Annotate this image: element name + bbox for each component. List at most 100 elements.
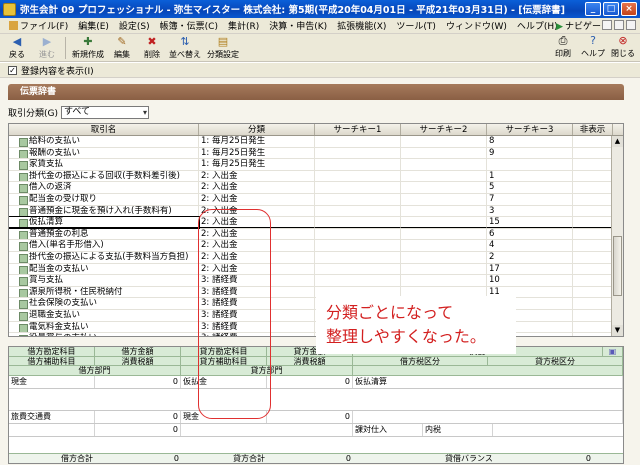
window-titlebar: 弥生会計 09 プロフェッショナル - 弥生マイスター 株式会社: 第5期(平成…: [0, 0, 640, 18]
cell-empty: [573, 333, 613, 336]
cell-empty: [573, 240, 613, 251]
detail-line-1[interactable]: 現金 0 仮払金 0 仮払清算: [9, 375, 623, 389]
col-hidden[interactable]: 非表示: [573, 124, 613, 135]
cell-empty: [315, 205, 401, 217]
table-row[interactable]: 普通預金の利息 2: 入出金 6: [9, 228, 623, 241]
cell-class: 3: 諸経費: [199, 275, 315, 286]
table-row[interactable]: 配当金の支払い 2: 入出金 17: [9, 263, 623, 276]
menu-settings[interactable]: 設定(S): [114, 19, 155, 32]
sort-icon: ⇅: [180, 35, 190, 48]
cell-name: 報酬の支払い: [9, 147, 199, 159]
detail-header-3: 借方部門 貸方部門: [9, 366, 623, 376]
cell-empty: [401, 275, 487, 286]
menu-file[interactable]: ファイル(F): [4, 19, 73, 32]
cell-empty: [573, 309, 613, 321]
menu-tools[interactable]: ツール(T): [391, 19, 441, 32]
close-window-button[interactable]: ×: [621, 2, 637, 16]
col-search-key-3[interactable]: サーチキー3: [487, 124, 573, 135]
memo-icon[interactable]: ▣: [603, 347, 623, 356]
table-row[interactable]: 掛代金の振込による支払(手数料当方負担) 2: 入出金 2: [9, 251, 623, 264]
menu-extensions[interactable]: 拡張機能(X): [332, 19, 391, 32]
cell-class: 1: 毎月25日発生: [199, 136, 315, 147]
table-row[interactable]: 賞与支払 3: 諸経費 10: [9, 275, 623, 287]
col-transaction-name[interactable]: 取引名: [9, 124, 199, 135]
table-row[interactable]: 借入の返済 2: 入出金 5: [9, 182, 623, 194]
main-content: 伝票辞書 取引分類(G) すべて 取引名 分類 サーチキー1 サーチキー2 サー…: [0, 78, 640, 465]
col-search-key-1[interactable]: サーチキー1: [315, 124, 401, 135]
cell-empty: [401, 159, 487, 170]
table-row[interactable]: 給料の支払い 1: 毎月25日発生 8: [9, 136, 623, 148]
menu-books[interactable]: 帳簿・伝票(C): [155, 19, 223, 32]
col-search-key-2[interactable]: サーチキー2: [401, 124, 487, 135]
section-title: 伝票辞書: [8, 84, 624, 100]
cell-class: 3: 諸経費: [199, 309, 315, 321]
menu-closing[interactable]: 決算・申告(K): [264, 19, 332, 32]
delete-button[interactable]: ✖ 削除: [137, 36, 167, 61]
print-button[interactable]: ⎙ 印刷: [548, 35, 578, 60]
cell-name: 電気料金支払い: [9, 321, 199, 333]
forward-button[interactable]: ▶ 進む: [32, 36, 62, 61]
cell-key3: 6: [487, 228, 573, 240]
close-button[interactable]: ⊗ 閉じる: [608, 35, 638, 60]
cell-empty: [573, 205, 613, 217]
scroll-down-icon[interactable]: ▼: [612, 325, 623, 336]
menu-help[interactable]: ヘルプ(H): [512, 19, 563, 32]
cell-empty: [573, 286, 613, 298]
cell-empty: [315, 193, 401, 205]
sort-button[interactable]: ⇅ 並べ替え: [167, 36, 203, 61]
table-row[interactable]: 配当金の受け取り 2: 入出金 7: [9, 193, 623, 206]
detail-line-2[interactable]: 旅費交通費 0 現金 0: [9, 410, 623, 424]
class-filter-select[interactable]: すべて: [61, 106, 149, 119]
mdi-restore[interactable]: [614, 20, 624, 30]
new-button[interactable]: ✚ 新規作成: [69, 36, 107, 61]
table-row[interactable]: 報酬の支払い 1: 毎月25日発生 9: [9, 147, 623, 160]
help-button[interactable]: ? ヘルプ: [578, 35, 608, 60]
cell-name: 社会保険の支払い: [9, 298, 199, 309]
mdi-controls: [602, 20, 636, 30]
cell-class: 2: 入出金: [199, 205, 315, 217]
class-settings-button[interactable]: ▤ 分類設定: [203, 36, 243, 61]
table-row[interactable]: 掛代金の振込による回収(手数料差引後) 2: 入出金 1: [9, 170, 623, 183]
detail-header-2: 借方補助科目 消費税額 貸方補助科目 消費税額 借方税区分 貸方税区分: [9, 356, 623, 366]
cell-name: 普通預金の利息: [9, 228, 199, 240]
cell-empty: [315, 159, 401, 170]
cell-empty: [315, 182, 401, 193]
scroll-thumb[interactable]: [613, 236, 622, 296]
show-registered-label: 登録内容を表示(I): [21, 66, 94, 77]
table-row[interactable]: 仮払清算 2: 入出金 15: [9, 216, 623, 229]
cell-empty: [401, 170, 487, 182]
cell-empty: [401, 205, 487, 217]
menu-window[interactable]: ウィンドウ(W): [441, 19, 512, 32]
cell-empty: [401, 217, 487, 228]
table-row[interactable]: 普通預金に現金を預け入れ(手数料有) 2: 入出金 3: [9, 205, 623, 218]
minimize-button[interactable]: _: [585, 2, 601, 16]
table-row[interactable]: 借入(単名手形借入) 2: 入出金 4: [9, 240, 623, 252]
menu-edit[interactable]: 編集(E): [73, 19, 114, 32]
cell-name: 掛代金の振込による回収(手数料差引後): [9, 170, 199, 182]
cell-class: 3: 諸経費: [199, 286, 315, 298]
table-row[interactable]: 家賃支払 1: 毎月25日発生: [9, 159, 623, 171]
menu-reports[interactable]: 集計(R): [223, 19, 264, 32]
show-registered-checkbox[interactable]: ✓: [8, 65, 17, 75]
mdi-close[interactable]: [626, 20, 636, 30]
edit-button[interactable]: ✎ 編集: [107, 36, 137, 61]
cell-key3: 1: [487, 170, 573, 182]
detail-line-1b: [9, 388, 623, 411]
maximize-button[interactable]: □: [603, 2, 619, 16]
cell-class: 2: 入出金: [199, 182, 315, 193]
cell-empty: [401, 182, 487, 193]
cell-empty: [315, 251, 401, 263]
cell-name: 借入の返済: [9, 182, 199, 193]
back-button[interactable]: ◀ 戻る: [2, 36, 32, 61]
cell-name: 源泉所得税・住民税納付: [9, 286, 199, 298]
cell-empty: [573, 159, 613, 170]
cell-class: 2: 入出金: [199, 263, 315, 275]
cell-empty: [401, 228, 487, 240]
cell-key3: 4: [487, 240, 573, 251]
grid-scrollbar[interactable]: ▲ ▼: [611, 136, 623, 336]
cell-class: 3: 諸経費: [199, 298, 315, 309]
grid-header: 取引名 分類 サーチキー1 サーチキー2 サーチキー3 非表示: [9, 124, 623, 136]
mdi-minimize[interactable]: [602, 20, 612, 30]
scroll-up-icon[interactable]: ▲: [612, 136, 623, 147]
col-class[interactable]: 分類: [199, 124, 315, 135]
